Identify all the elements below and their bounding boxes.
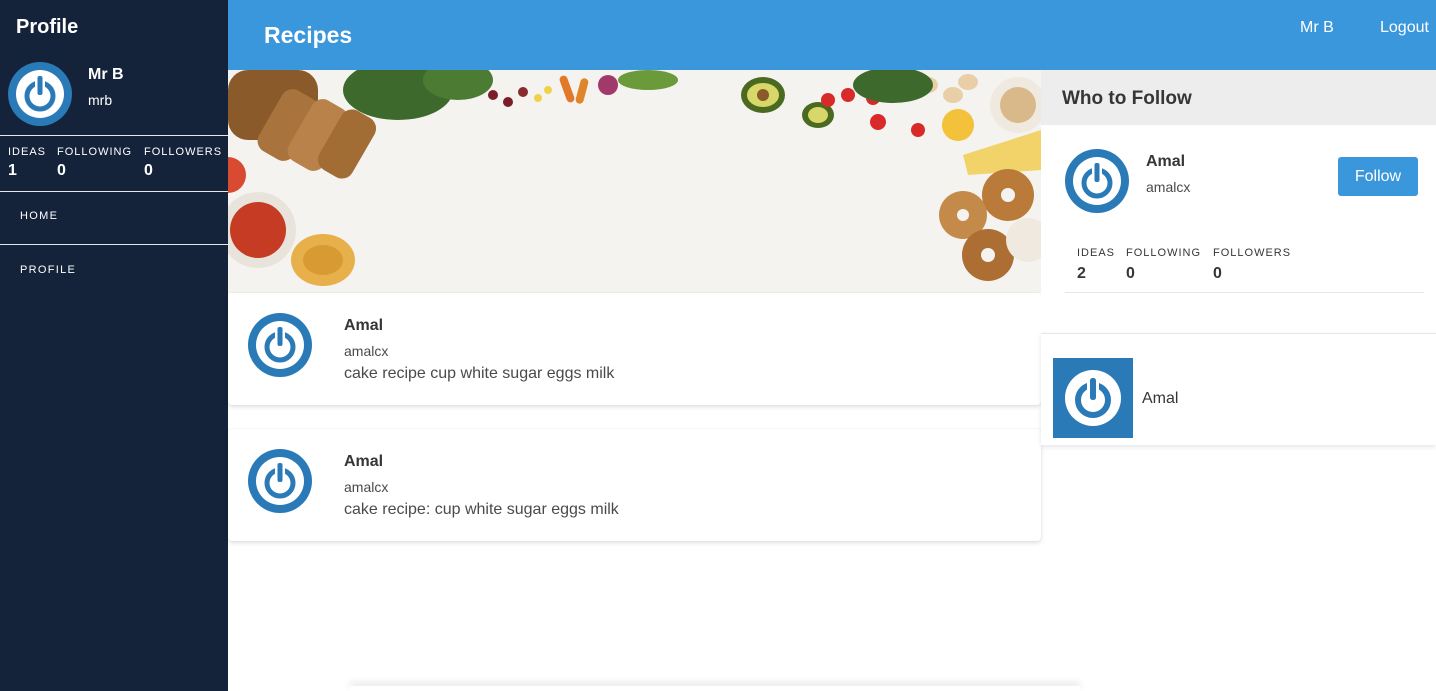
feed-card[interactable]: Amal amalcx cake recipe: cup white sugar…: [228, 429, 1041, 541]
nav-profile[interactable]: PROFILE: [20, 264, 76, 276]
stat-label: IDEAS: [1077, 247, 1116, 259]
stat-value: 2: [1077, 265, 1086, 282]
who-to-follow-panel: Who to Follow Amal amalcx Follow IDEAS 2…: [1041, 70, 1436, 333]
stat-followers: FOLLOWERS 0: [144, 146, 222, 180]
food-banner-image: [228, 70, 1041, 293]
power-icon: [248, 449, 312, 513]
top-navbar: Recipes Mr B Logout: [228, 0, 1436, 70]
stat-value: 0: [1126, 265, 1135, 282]
suggested-user-mini-card[interactable]: Amal: [1041, 333, 1436, 445]
suggested-user-name[interactable]: Amal: [1146, 153, 1185, 171]
follow-button[interactable]: Follow: [1338, 157, 1418, 196]
stat-followers: FOLLOWERS 0: [1213, 247, 1291, 283]
post-text: cake recipe: cup white sugar eggs milk: [344, 501, 619, 518]
author-handle: amalcx: [344, 479, 389, 495]
stat-ideas: IDEAS 1: [8, 146, 46, 180]
author-name[interactable]: Amal: [344, 453, 383, 471]
stat-label: FOLLOWERS: [144, 146, 223, 158]
power-icon: [1065, 149, 1129, 213]
avatar: [1053, 358, 1133, 438]
author-name[interactable]: Amal: [344, 317, 383, 335]
stat-ideas: IDEAS 2: [1077, 247, 1115, 283]
current-user-handle: mrb: [88, 92, 113, 108]
stat-label: IDEAS: [8, 146, 47, 158]
mini-user-name[interactable]: Amal: [1142, 390, 1178, 408]
suggested-user-handle: amalcx: [1146, 179, 1191, 195]
post-text: cake recipe cup white sugar eggs milk: [344, 365, 615, 382]
feed-card[interactable]: Amal amalcx cake recipe cup white sugar …: [228, 293, 1041, 405]
divider: [0, 191, 228, 192]
stat-value: 0: [1213, 265, 1222, 282]
power-icon: [8, 62, 72, 126]
stat-label: FOLLOWING: [1126, 247, 1202, 259]
power-icon: [1065, 370, 1121, 426]
stat-label: FOLLOWERS: [1213, 247, 1292, 259]
stat-label: FOLLOWING: [57, 146, 133, 158]
stat-following: FOLLOWING 0: [57, 146, 132, 180]
stat-value: 0: [144, 162, 153, 179]
sidebar: Profile Mr B mrb IDEAS 1 FOLLOWING 0 FOL…: [0, 0, 228, 691]
panel-title: Who to Follow: [1041, 70, 1436, 125]
power-icon: [248, 313, 312, 377]
food-banner-illustration: [228, 70, 1041, 293]
user-menu-link[interactable]: Mr B: [1300, 19, 1334, 37]
stat-value: 0: [57, 162, 66, 179]
divider: [1065, 292, 1424, 293]
divider: [0, 135, 228, 136]
sidebar-title: Profile: [16, 16, 79, 38]
current-user-name: Mr B: [88, 66, 124, 83]
divider: [0, 244, 228, 245]
author-handle: amalcx: [344, 343, 389, 359]
page-title: Recipes: [264, 22, 353, 48]
stat-value: 1: [8, 162, 17, 179]
card-shadow: [350, 686, 1080, 691]
logout-link[interactable]: Logout: [1380, 19, 1429, 37]
stat-following: FOLLOWING 0: [1126, 247, 1201, 283]
nav-home[interactable]: HOME: [20, 210, 58, 222]
